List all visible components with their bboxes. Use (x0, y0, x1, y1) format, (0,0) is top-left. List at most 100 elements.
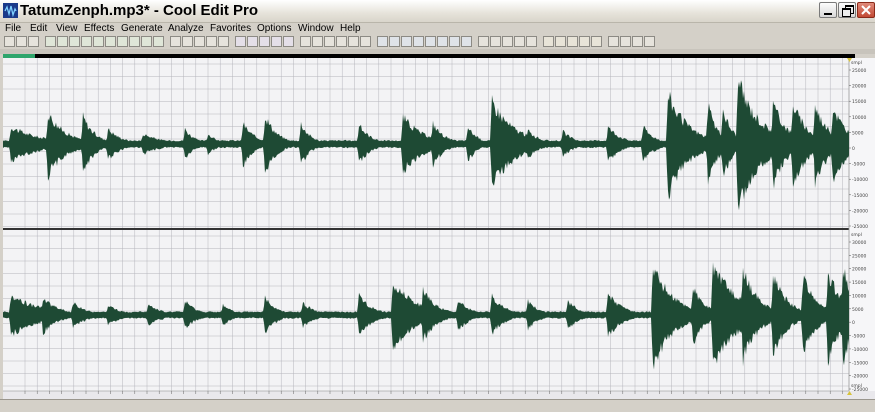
toolbar-button[interactable] (389, 36, 400, 47)
menu-generate[interactable]: Generate (121, 22, 163, 35)
toolbar-button[interactable] (591, 36, 602, 47)
toolbar-button[interactable] (377, 36, 388, 47)
toolbar-button[interactable] (632, 36, 643, 47)
channel-1-tick-label: 15000 (852, 99, 866, 105)
channel-divider[interactable] (3, 228, 849, 230)
toolbar-button[interactable] (579, 36, 590, 47)
toolbar-button[interactable] (555, 36, 566, 47)
minimize-button[interactable] (819, 2, 837, 18)
channel-1-tick-label: -20000 (852, 208, 868, 214)
toolbar-button[interactable] (608, 36, 619, 47)
toolbar-button[interactable] (401, 36, 412, 47)
close-icon (861, 5, 871, 15)
minimize-icon (824, 13, 832, 15)
toolbar-button[interactable] (141, 36, 152, 47)
menu-favorites[interactable]: Favorites (210, 22, 251, 35)
toolbar-button[interactable] (360, 36, 371, 47)
toolbar-button[interactable] (490, 36, 501, 47)
toolbar-button[interactable] (129, 36, 140, 47)
toolbar-button[interactable] (259, 36, 270, 47)
app-icon (3, 3, 18, 18)
menu-edit[interactable]: Edit (30, 22, 47, 35)
toolbar-button[interactable] (348, 36, 359, 47)
toolbar-button[interactable] (45, 36, 56, 47)
toolbar-button[interactable] (567, 36, 578, 47)
channel-1-tick-label: -5000 (852, 162, 865, 168)
menu-file[interactable]: File (5, 22, 21, 35)
channel-1-tick-label: 25000 (852, 68, 866, 74)
channel-1-tick-label: -15000 (852, 193, 868, 199)
toolbar-button[interactable] (81, 36, 92, 47)
toolbar-button[interactable] (170, 36, 181, 47)
channel-1-tick-label: 20000 (852, 84, 866, 90)
menu-window[interactable]: Window (298, 22, 334, 35)
close-button[interactable] (857, 2, 875, 18)
menu-analyze[interactable]: Analyze (168, 22, 204, 35)
toolbar-button[interactable] (206, 36, 217, 47)
channel-1-tick-label: 10000 (852, 115, 866, 121)
toolbar-button[interactable] (478, 36, 489, 47)
title-bar[interactable]: TatumZenph.mp3* - Cool Edit Pro (0, 0, 875, 23)
toolbar-button[interactable] (218, 36, 229, 47)
toolbar-button[interactable] (449, 36, 460, 47)
toolbar-button[interactable] (93, 36, 104, 47)
toolbar-button[interactable] (644, 36, 655, 47)
waveform-channel-2[interactable] (3, 262, 849, 370)
waveform-canvas[interactable]: smpl 25000 20000 15000 10000 5000 0 -5000 -10000… (3, 58, 875, 399)
toolbar-button[interactable] (105, 36, 116, 47)
channel-2-tick-label: -10000 (852, 347, 868, 353)
toolbar-button[interactable] (283, 36, 294, 47)
toolbar-button[interactable] (526, 36, 537, 47)
channel-2-tick-label: -15000 (852, 360, 868, 366)
toolbar-button[interactable] (437, 36, 448, 47)
channel-2-tick-label: 0 (852, 320, 855, 326)
menu-options[interactable]: Options (257, 22, 291, 35)
menu-help[interactable]: Help (340, 22, 361, 35)
time-ruler (3, 391, 875, 399)
toolbar-button[interactable] (300, 36, 311, 47)
toolbar-button[interactable] (16, 36, 27, 47)
toolbar-button[interactable] (312, 36, 323, 47)
window-title: TatumZenph.mp3* - Cool Edit Pro (20, 2, 259, 19)
toolbar-button[interactable] (28, 36, 39, 47)
toolbar-button[interactable] (182, 36, 193, 47)
toolbar-button[interactable] (117, 36, 128, 47)
toolbar-button[interactable] (247, 36, 258, 47)
channel-2-tick-label: -5000 (852, 334, 865, 340)
channel-2-tick-label: 25000 (852, 253, 866, 259)
channel-1-unit-label: smpl (851, 60, 862, 66)
toolbar-button[interactable] (502, 36, 513, 47)
channel-2-tick-label: 10000 (852, 293, 866, 299)
channel-2-tick-label: 30000 (852, 240, 866, 246)
toolbar-button[interactable] (4, 36, 15, 47)
waveform-display[interactable]: smpl 25000 20000 15000 10000 5000 0 -5000 -10000… (3, 58, 875, 399)
toolbar-button[interactable] (413, 36, 424, 47)
channel-1-tick-label: 0 (852, 146, 855, 152)
menu-bar: File Edit View Effects Generate Analyze … (0, 22, 875, 35)
toolbar-button[interactable] (194, 36, 205, 47)
toolbar-button[interactable] (543, 36, 554, 47)
restore-button[interactable] (838, 2, 856, 18)
toolbar-button[interactable] (336, 36, 347, 47)
toolbar-button[interactable] (324, 36, 335, 47)
channel-2-tick-label: 5000 (852, 307, 864, 313)
channel-2-tick-label: 15000 (852, 280, 866, 286)
menu-view[interactable]: View (56, 22, 78, 35)
status-bar (0, 399, 875, 412)
toolbar (0, 35, 875, 49)
channel-2-tick-label: -20000 (852, 374, 868, 380)
menu-effects[interactable]: Effects (84, 22, 114, 35)
channel-2-tick-label: 20000 (852, 267, 866, 273)
toolbar-button[interactable] (461, 36, 472, 47)
toolbar-button[interactable] (69, 36, 80, 47)
toolbar-button[interactable] (153, 36, 164, 47)
waveform-channel-1[interactable] (3, 80, 849, 211)
toolbar-button[interactable] (235, 36, 246, 47)
application-window: TatumZenph.mp3* - Cool Edit Pro File Edi… (0, 0, 875, 412)
toolbar-button[interactable] (514, 36, 525, 47)
toolbar-button[interactable] (425, 36, 436, 47)
toolbar-button[interactable] (620, 36, 631, 47)
toolbar-button[interactable] (271, 36, 282, 47)
toolbar-button[interactable] (57, 36, 68, 47)
channel-1-tick-label: -25000 (852, 224, 868, 230)
